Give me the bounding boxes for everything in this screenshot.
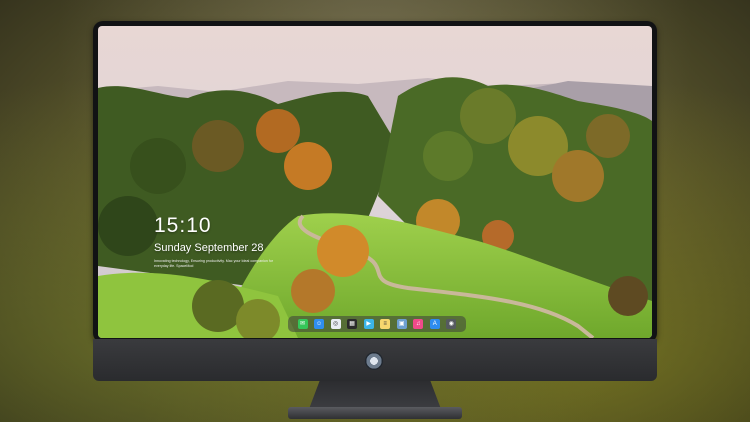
landscape-wallpaper	[98, 26, 652, 338]
monitor-stand-neck	[309, 381, 441, 409]
monitor-stand-foot	[288, 407, 462, 419]
dock: ✉ ☺ ◎ ▦ ▶ ≡ ▣ ♫ A ◉	[288, 316, 466, 332]
facetime-icon[interactable]: ▶	[363, 319, 374, 329]
lock-screen-time: 15:10	[154, 214, 212, 237]
monitor-bezel: 15:10 Sunday September 28 Innovating tec…	[93, 21, 657, 343]
imac-monitor: 15:10 Sunday September 28 Innovating tec…	[93, 21, 657, 419]
brand-logo-icon	[365, 352, 383, 370]
app-store-icon[interactable]: A	[429, 319, 440, 329]
preview-icon[interactable]: ▣	[396, 319, 407, 329]
lock-screen-date: Sunday September 28	[154, 242, 264, 254]
camera-icon[interactable]: ◉	[446, 319, 457, 329]
notes-icon[interactable]: ≡	[380, 319, 391, 329]
music-icon[interactable]: ♫	[413, 319, 424, 329]
lock-screen-tagline: Innovating technology, Ensuring producti…	[154, 259, 274, 268]
finder-icon[interactable]: ☺	[314, 319, 325, 329]
lock-screen[interactable]: 15:10 Sunday September 28 Innovating tec…	[98, 26, 652, 338]
safari-icon[interactable]: ◎	[330, 319, 341, 329]
launchpad-icon[interactable]: ▦	[347, 319, 358, 329]
messages-icon[interactable]: ✉	[297, 319, 308, 329]
